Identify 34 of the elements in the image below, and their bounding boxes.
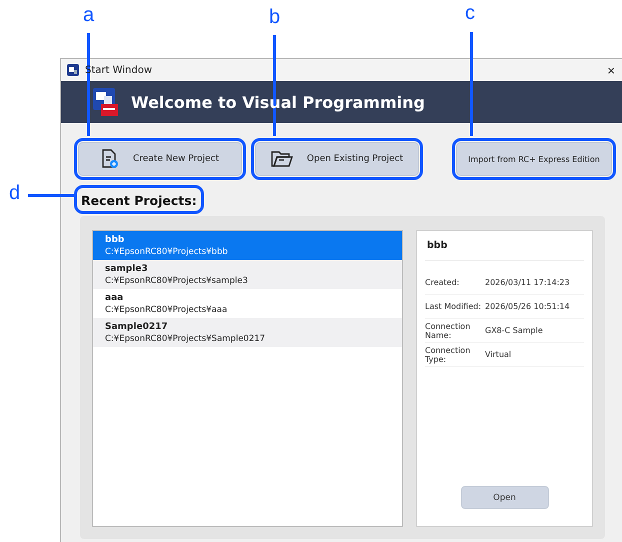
- field-label: Last Modified:: [425, 302, 482, 311]
- project-path: C:¥EpsonRC80¥Projects¥Sample0217: [105, 334, 266, 344]
- close-button[interactable]: ×: [605, 62, 617, 78]
- project-path: C:¥EpsonRC80¥Projects¥sample3: [105, 276, 249, 286]
- project-name: sample3: [105, 264, 149, 274]
- project-item[interactable]: Sample0217 C:¥EpsonRC80¥Projects¥Sample0217: [93, 318, 402, 347]
- callout-letter: c: [465, 2, 475, 25]
- app-icon: [67, 64, 79, 76]
- new-document-icon: [100, 149, 119, 169]
- field-label: Created:: [425, 278, 460, 287]
- field-label: Connection Type:: [425, 346, 472, 364]
- project-item[interactable]: sample3 C:¥EpsonRC80¥Projects¥sample3: [93, 260, 402, 289]
- folder-icon: [270, 150, 293, 168]
- section-label: Recent Projects:: [81, 193, 197, 208]
- details-title: bbb: [425, 231, 584, 261]
- callout-letter: d: [9, 182, 20, 205]
- project-path: C:¥EpsonRC80¥Projects¥aaa: [105, 304, 228, 314]
- open-button[interactable]: Open: [460, 486, 548, 509]
- field-label: Connection Name:: [425, 322, 472, 340]
- callout-letter: b: [269, 6, 280, 29]
- field-value: Virtual: [485, 350, 512, 359]
- field-value: 2026/03/11 17:14:23: [485, 278, 570, 287]
- open-project-button[interactable]: Open Existing Project: [255, 142, 419, 176]
- import-button[interactable]: Import from RC+ Express Edition: [456, 142, 612, 176]
- logo-icon: [91, 86, 119, 118]
- project-name: bbb: [105, 234, 126, 244]
- field-value: 2026/05/26 10:51:14: [485, 302, 570, 311]
- project-item[interactable]: bbb C:¥EpsonRC80¥Projects¥bbb: [93, 231, 402, 260]
- create-project-button[interactable]: Create New Project: [78, 142, 242, 176]
- field-value: GX8-C Sample: [485, 326, 543, 335]
- project-path: C:¥EpsonRC80¥Projects¥bbb: [105, 246, 229, 256]
- callout-letter: a: [83, 4, 94, 27]
- project-name: aaa: [105, 292, 124, 302]
- project-name: Sample0217: [105, 322, 169, 332]
